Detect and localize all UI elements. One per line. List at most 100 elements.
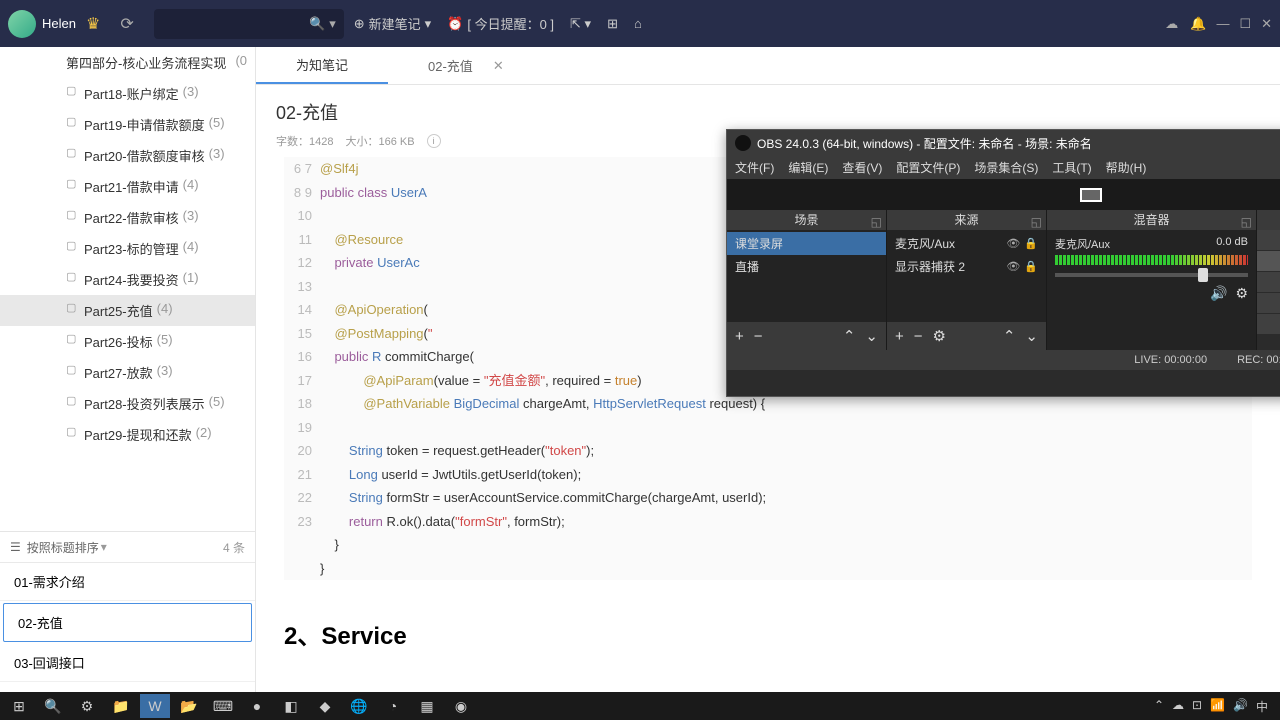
tray-icon[interactable]: ⌃: [1154, 698, 1164, 715]
app-icon[interactable]: ◉: [446, 694, 476, 718]
popout-icon[interactable]: ◱: [1031, 212, 1042, 232]
up-icon[interactable]: ⌃: [843, 327, 856, 345]
obs-control-button[interactable]: 开始推流: [1257, 230, 1280, 251]
source-item[interactable]: 显示器捕获 2👁🔒: [887, 255, 1046, 278]
down-icon[interactable]: ⌄: [1025, 327, 1038, 345]
obs-control-button[interactable]: 设置: [1257, 293, 1280, 314]
avatar[interactable]: [8, 10, 36, 38]
search-icon[interactable]: 🔍 ▾: [309, 16, 335, 32]
add-icon[interactable]: +: [895, 328, 904, 345]
maximize-icon[interactable]: ☐: [1239, 16, 1251, 32]
info-icon[interactable]: i: [427, 134, 441, 148]
username[interactable]: Helen: [42, 16, 76, 31]
eye-icon[interactable]: 👁: [1006, 237, 1020, 250]
obs-titlebar[interactable]: OBS 24.0.3 (64-bit, windows) - 配置文件: 未命名…: [727, 130, 1280, 156]
folder-item[interactable]: Part25-充值(4): [0, 295, 255, 326]
lock-icon[interactable]: 🔒: [1024, 237, 1038, 250]
tray-icon[interactable]: 📶: [1210, 698, 1225, 715]
folder-item[interactable]: Part27-放款(3): [0, 357, 255, 388]
note-item[interactable]: 01-需求介绍: [0, 563, 255, 601]
obs-menu-item[interactable]: 配置文件(P): [896, 159, 960, 176]
reminder-button[interactable]: ⏰[ 今日提醒：0 ]: [447, 14, 554, 33]
note-item[interactable]: 03-回调接口: [0, 644, 255, 682]
folder-item[interactable]: Part19-申请借款额度(5): [0, 109, 255, 140]
obs-menu-item[interactable]: 查看(V): [842, 159, 882, 176]
search-icon[interactable]: 🔍: [38, 694, 68, 718]
remove-icon[interactable]: −: [914, 328, 923, 345]
folder-item[interactable]: Part21-借款申请(4): [0, 171, 255, 202]
refresh-icon[interactable]: ⟳: [120, 14, 133, 34]
obs-window[interactable]: OBS 24.0.3 (64-bit, windows) - 配置文件: 未命名…: [726, 129, 1280, 397]
app-icon[interactable]: ⌨: [208, 694, 238, 718]
app-icon[interactable]: ●: [242, 694, 272, 718]
app-icon[interactable]: 🌐: [344, 694, 374, 718]
crown-icon[interactable]: ♛: [86, 14, 100, 34]
scene-item[interactable]: 课堂录屏: [727, 232, 886, 255]
close-icon[interactable]: ✕: [1261, 16, 1272, 32]
remove-icon[interactable]: −: [754, 328, 763, 345]
tray-icon[interactable]: 🔊: [1233, 698, 1248, 715]
add-icon[interactable]: +: [735, 328, 744, 345]
tray-icon[interactable]: 中: [1256, 698, 1268, 715]
obs-control-button[interactable]: 开始录制: [1257, 251, 1280, 272]
sort-bar[interactable]: ☰ 按照标题排序 ▾ 4 条: [0, 531, 255, 563]
explorer-icon[interactable]: 📁: [106, 694, 136, 718]
obs-menu-item[interactable]: 文件(F): [735, 159, 774, 176]
folder-item[interactable]: Part29-提现和还款(2): [0, 419, 255, 450]
popout-icon[interactable]: ◱: [1241, 212, 1252, 232]
plus-icon: ⊕: [354, 16, 365, 32]
popout-icon[interactable]: ◱: [871, 212, 882, 232]
folder-item[interactable]: Part18-账户绑定(3): [0, 78, 255, 109]
list-icon: ☰: [10, 540, 21, 554]
note-item[interactable]: 02-充值: [3, 603, 252, 642]
app-icon[interactable]: ◔: [378, 694, 408, 718]
bell-icon[interactable]: 🔔: [1190, 16, 1206, 32]
obs-control-button[interactable]: 工作室模式: [1257, 272, 1280, 293]
obs-preview[interactable]: [727, 180, 1280, 210]
tab[interactable]: 为知笔记: [256, 47, 388, 84]
settings-icon[interactable]: ⚙: [72, 694, 102, 718]
tray-icon[interactable]: ☁: [1172, 698, 1184, 715]
chevron-down-icon: ▾: [101, 540, 107, 554]
share-icon[interactable]: ⇱ ▾: [570, 16, 591, 32]
eye-icon[interactable]: 👁: [1006, 260, 1020, 273]
folder-item[interactable]: Part28-投资列表展示(5): [0, 388, 255, 419]
up-icon[interactable]: ⌃: [1003, 327, 1016, 345]
folder-item[interactable]: Part26-投标(5): [0, 326, 255, 357]
grid-icon[interactable]: ⊞: [607, 16, 618, 32]
down-icon[interactable]: ⌄: [865, 327, 878, 345]
gear-icon[interactable]: ⚙: [933, 327, 946, 345]
line-gutter: 6 7 8 9 10 11 12 13 14 15 16 17 18 19 20…: [284, 157, 320, 580]
taskbar[interactable]: ⊞ 🔍 ⚙ 📁 W 📂 ⌨ ● ◧ ◆ 🌐 ◔ ▦ ◉ ⌃ ☁ ⊡ 📶 🔊 中: [0, 692, 1280, 720]
search-input[interactable]: 🔍 ▾: [154, 9, 344, 39]
cloud-icon[interactable]: ☁: [1165, 16, 1178, 32]
obs-menu-item[interactable]: 场景集合(S): [974, 159, 1038, 176]
speaker-icon[interactable]: 🔊: [1210, 285, 1227, 302]
tab[interactable]: 02-充值✕: [388, 47, 544, 84]
app-icon[interactable]: ▦: [412, 694, 442, 718]
source-item[interactable]: 麦克风/Aux👁🔒: [887, 232, 1046, 255]
minimize-icon[interactable]: —: [1216, 16, 1229, 32]
folder-item[interactable]: Part20-借款额度审核(3): [0, 140, 255, 171]
lock-icon[interactable]: 🔒: [1024, 260, 1038, 273]
app-icon[interactable]: W: [140, 694, 170, 718]
new-note-button[interactable]: ⊕新建笔记▾: [354, 14, 431, 33]
app-icon[interactable]: 📂: [174, 694, 204, 718]
obs-menu-item[interactable]: 编辑(E): [788, 159, 828, 176]
close-icon[interactable]: ✕: [493, 58, 504, 74]
folder-root[interactable]: 第四部分-核心业务流程实现 (0: [0, 47, 255, 78]
scene-item[interactable]: 直播: [727, 255, 886, 278]
folder-item[interactable]: Part22-借款审核(3): [0, 202, 255, 233]
folder-item[interactable]: Part23-标的管理(4): [0, 233, 255, 264]
start-icon[interactable]: ⊞: [4, 694, 34, 718]
tray-icon[interactable]: ⊡: [1192, 698, 1202, 715]
folder-item[interactable]: Part24-我要投资(1): [0, 264, 255, 295]
obs-menu-item[interactable]: 工具(T): [1052, 159, 1091, 176]
obs-menu-item[interactable]: 帮助(H): [1106, 159, 1147, 176]
app-icon[interactable]: ◧: [276, 694, 306, 718]
gear-icon[interactable]: ⚙: [1235, 285, 1248, 302]
app-icon[interactable]: ◆: [310, 694, 340, 718]
obs-control-button[interactable]: 退出: [1257, 314, 1280, 335]
home-icon[interactable]: ⌂: [634, 16, 642, 31]
volume-slider[interactable]: [1055, 273, 1248, 277]
